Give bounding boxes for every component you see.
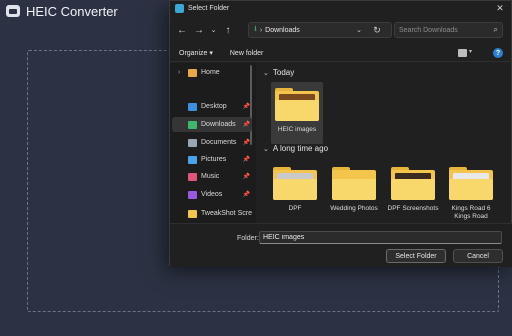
organize-button[interactable]: Organize ▾ — [179, 49, 213, 57]
folder-icon — [332, 167, 376, 201]
sidebar-item-label: Videos — [201, 191, 223, 198]
folder-item[interactable]: Kings Road 6 Kings Road — [445, 161, 497, 223]
folder-item-label: Wedding Photos — [330, 205, 378, 212]
folder-item-label: DPF Screenshots — [387, 205, 439, 212]
help-icon[interactable]: ? — [493, 48, 503, 58]
group-label: A long time ago — [272, 144, 329, 153]
sidebar-item[interactable]: Music 📌 — [172, 169, 252, 184]
sidebar-item[interactable]: Pictures 📌 — [172, 152, 252, 167]
forward-arrow-icon[interactable]: → — [192, 23, 206, 37]
dialog-footer: Folder: Select Folder Cancel — [170, 223, 512, 267]
navigation-pane: › Home Desktop 📌 Downloads 📌 Documents 📌 Picture… — [170, 63, 256, 223]
downloads-icon — [188, 120, 197, 129]
pin-icon: 📌 — [242, 174, 250, 180]
folder-label: Folder: — [237, 235, 259, 242]
music-icon — [188, 172, 197, 181]
folder-item[interactable]: HEIC images — [271, 82, 323, 144]
folder-item-label: DPF — [288, 205, 302, 212]
view-options-chevron-icon[interactable]: ▾ — [469, 48, 472, 55]
app-header: HEIC Converter — [0, 0, 118, 22]
command-bar: Organize ▾ New folder ▾ ? — [170, 45, 512, 62]
up-arrow-icon[interactable]: ↑ — [221, 23, 235, 37]
app-logo-icon — [6, 5, 20, 17]
pin-icon: 📌 — [242, 192, 250, 198]
file-list: ⌄ Today HEIC images ⌄ A long time ago DPF Wedd… — [257, 63, 512, 223]
desktop-icon — [188, 102, 197, 111]
sidebar-item-label: Desktop — [201, 103, 227, 110]
dialog-titlebar: Select Folder ✕ — [170, 1, 511, 16]
folder-icon — [273, 167, 317, 201]
folder-item-label: Kings Road 6 Kings Road — [451, 205, 491, 220]
expand-chevron-icon[interactable]: › — [178, 69, 180, 76]
pin-icon: 📌 — [242, 140, 250, 146]
sidebar-item[interactable]: Downloads 📌 — [172, 117, 252, 132]
dialog-app-icon — [175, 4, 184, 13]
folder-item[interactable]: DPF — [269, 161, 321, 223]
close-icon[interactable]: ✕ — [493, 2, 507, 14]
folder-item[interactable]: DPF Screenshots — [387, 161, 439, 223]
group-collapse-icon[interactable]: ⌄ — [263, 145, 269, 153]
sidebar-item-label: Downloads — [201, 121, 236, 128]
folder-icon — [188, 209, 197, 218]
breadcrumb-chevron-icon: › — [259, 26, 263, 34]
group-collapse-icon[interactable]: ⌄ — [263, 69, 269, 77]
folder-item[interactable]: Wedding Photos — [328, 161, 380, 223]
folder-icon — [449, 167, 493, 201]
new-folder-button[interactable]: New folder — [230, 50, 263, 57]
address-current: Downloads — [265, 26, 300, 34]
sidebar-item-label: Pictures — [201, 156, 227, 163]
search-icon: ⌕ — [493, 25, 498, 34]
group-header[interactable]: ⌄ Today — [263, 68, 294, 77]
navigation-bar: ← → ⌄ ↑ ⭳ › Downloads ⌄ ↻ Search Downloa… — [170, 17, 512, 43]
sidebar-item[interactable]: Desktop 📌 — [172, 99, 252, 114]
cancel-button[interactable]: Cancel — [453, 249, 503, 263]
refresh-icon[interactable]: ↻ — [370, 22, 384, 38]
select-folder-dialog: Select Folder ✕ ← → ⌄ ↑ ⭳ › Downloads ⌄ … — [169, 0, 512, 267]
select-folder-button[interactable]: Select Folder — [386, 249, 446, 263]
folder-name-field[interactable] — [259, 231, 502, 244]
pictures-icon — [188, 155, 197, 164]
sidebar-item-label: Documents — [201, 139, 237, 146]
pin-icon: 📌 — [242, 157, 250, 163]
folder-item-label: HEIC images — [277, 126, 317, 133]
sidebar-item-label: Home — [201, 69, 220, 76]
sidebar-item[interactable]: Videos 📌 — [172, 187, 252, 202]
sidebar-item[interactable]: TweakShot Scre — [172, 206, 252, 221]
folder-icon — [275, 88, 319, 122]
address-dropdown-icon[interactable]: ⌄ — [353, 22, 365, 38]
pin-icon: 📌 — [242, 104, 250, 110]
search-placeholder: Search Downloads — [399, 26, 458, 34]
videos-icon — [188, 190, 197, 199]
sidebar-item[interactable]: Documents 📌 — [172, 135, 252, 150]
group-label: Today — [272, 68, 295, 77]
search-input[interactable]: Search Downloads ⌕ — [394, 22, 503, 38]
view-options-icon[interactable] — [458, 49, 467, 57]
app-title: HEIC Converter — [26, 3, 118, 19]
sidebar-item[interactable]: › Home — [172, 65, 252, 80]
sidebar-item-label: Music — [201, 173, 220, 180]
pin-icon: 📌 — [242, 122, 250, 128]
downloads-icon: ⭳ — [254, 24, 257, 33]
group-header[interactable]: ⌄ A long time ago — [263, 144, 328, 153]
back-arrow-icon[interactable]: ← — [175, 23, 189, 37]
folder-icon — [391, 167, 435, 201]
dialog-title: Select Folder — [188, 5, 230, 12]
home-icon — [188, 68, 197, 77]
recent-locations-chevron-icon[interactable]: ⌄ — [209, 23, 218, 37]
sidebar-item-label: TweakShot Scre — [201, 210, 252, 217]
documents-icon — [188, 138, 197, 147]
